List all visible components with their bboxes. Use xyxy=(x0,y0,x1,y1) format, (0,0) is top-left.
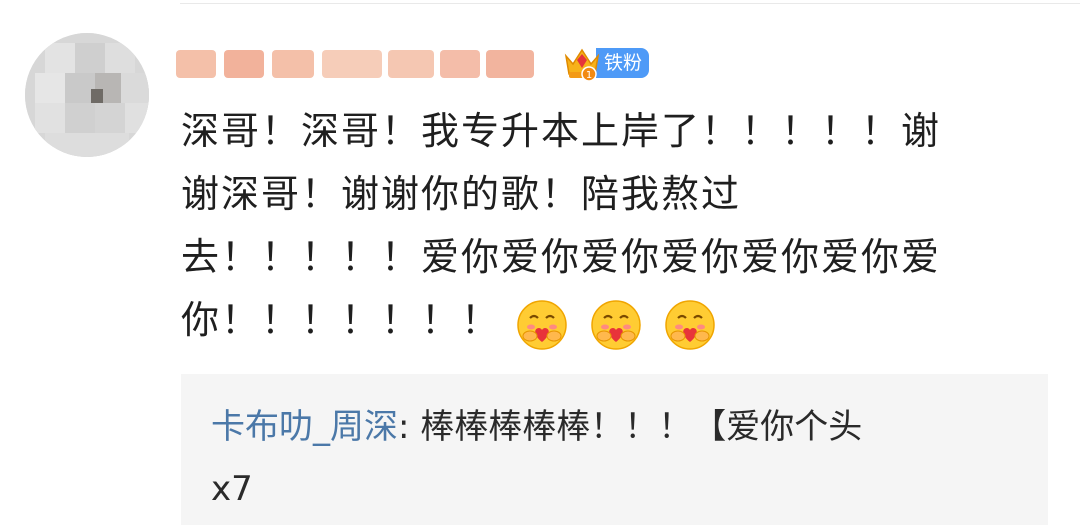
top-divider xyxy=(180,3,1080,4)
reply-preview[interactable]: 卡布叻_周深: 棒棒棒棒棒！！！【爱你个头 x7 xyxy=(181,374,1048,525)
comment-line: 深哥！深哥！我专升本上岸了！！！！！谢 xyxy=(181,109,942,153)
crown-icon: 1 xyxy=(562,44,602,82)
comment-line-last: 你！！！！！！！ xyxy=(181,289,1041,354)
hug-face-icon xyxy=(591,299,641,350)
reply-author-link[interactable]: 卡布叻_周深 xyxy=(211,407,398,447)
hug-face-icon xyxy=(517,299,567,350)
badge-label: 铁粉 xyxy=(596,48,650,78)
comment-line: 去！！！！！爱你爱你爱你爱你爱你爱你爱 xyxy=(181,235,942,279)
comment-line: 谢深哥！谢谢你的歌！陪我熬过 xyxy=(181,172,742,216)
comment-line: 你！！！！！！！ xyxy=(181,298,502,342)
fan-badge[interactable]: 1 铁粉 xyxy=(562,44,650,82)
reply-separator: : xyxy=(398,407,421,447)
comment-text: 深哥！深哥！我专升本上岸了！！！！！谢 谢深哥！谢谢你的歌！陪我熬过 去！！！！… xyxy=(181,100,1041,354)
reply-text: 卡布叻_周深: 棒棒棒棒棒！！！【爱你个头 x7 xyxy=(211,396,1021,520)
emoji-row xyxy=(515,291,723,354)
reply-content-more: x7 xyxy=(211,469,253,509)
hug-face-icon xyxy=(665,299,715,350)
username[interactable] xyxy=(176,44,556,84)
avatar[interactable] xyxy=(25,33,149,157)
badge-level: 1 xyxy=(586,70,592,81)
reply-content: 棒棒棒棒棒！！！【爱你个头 xyxy=(420,407,863,447)
